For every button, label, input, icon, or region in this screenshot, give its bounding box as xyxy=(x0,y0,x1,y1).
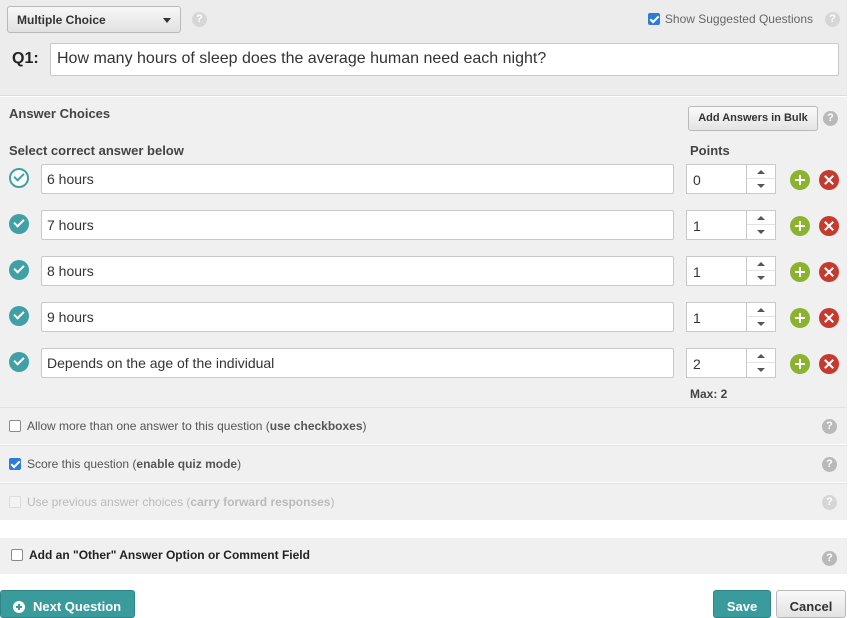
score-question-checkbox[interactable] xyxy=(9,458,21,470)
stepper-down-icon[interactable] xyxy=(747,317,775,331)
carry-forward-option: Use previous answer choices (carry forwa… xyxy=(0,483,847,520)
max-points-label: Max: 2 xyxy=(690,387,728,401)
points-input[interactable]: 1 xyxy=(686,210,746,240)
answer-text-input[interactable]: 8 hours xyxy=(41,256,674,286)
allow-multiple-label: Allow more than one answer to this quest… xyxy=(27,419,367,433)
question-type-dropdown[interactable]: Multiple Choice xyxy=(7,6,181,33)
answer-text-input[interactable]: 6 hours xyxy=(41,164,674,194)
stepper-down-icon[interactable] xyxy=(747,179,775,193)
answer-row: 8 hours 1 xyxy=(0,256,847,286)
answer-choices-panel: Answer Choices Add Answers in Bulk ? Sel… xyxy=(0,97,847,407)
carry-forward-label: Use previous answer choices (carry forwa… xyxy=(27,495,335,509)
stepper-down-icon[interactable] xyxy=(747,225,775,239)
other-answer-help-icon[interactable]: ? xyxy=(822,551,837,566)
add-answer-icon[interactable] xyxy=(790,262,810,282)
stepper-up-icon[interactable] xyxy=(747,211,775,225)
answer-row: 7 hours 1 xyxy=(0,210,847,240)
delete-answer-icon[interactable] xyxy=(819,354,839,374)
show-suggested-help-icon[interactable]: ? xyxy=(825,12,840,27)
stepper-up-icon[interactable] xyxy=(747,165,775,179)
points-stepper[interactable] xyxy=(746,256,776,286)
add-answers-in-bulk-button[interactable]: Add Answers in Bulk xyxy=(688,106,818,131)
add-answer-icon[interactable] xyxy=(790,216,810,236)
stepper-up-icon[interactable] xyxy=(747,303,775,317)
correct-answer-check-icon[interactable] xyxy=(9,214,29,234)
answer-text-input[interactable]: Depends on the age of the individual xyxy=(41,348,674,378)
stepper-up-icon[interactable] xyxy=(747,349,775,363)
delete-answer-icon[interactable] xyxy=(819,308,839,328)
points-stepper[interactable] xyxy=(746,348,776,378)
points-input[interactable]: 2 xyxy=(686,348,746,378)
other-answer-option[interactable]: Add an "Other" Answer Option or Comment … xyxy=(0,538,847,574)
question-number: Q1: xyxy=(12,50,39,67)
show-suggested-label: Show Suggested Questions xyxy=(664,12,813,26)
stepper-up-icon[interactable] xyxy=(747,257,775,271)
delete-answer-icon[interactable] xyxy=(819,262,839,282)
add-answer-icon[interactable] xyxy=(790,308,810,328)
score-question-label: Score this question (enable quiz mode) xyxy=(27,457,242,471)
other-answer-label: Add an "Other" Answer Option or Comment … xyxy=(29,548,310,562)
answer-text-input[interactable]: 9 hours xyxy=(41,302,674,332)
allow-multiple-answers-option[interactable]: Allow more than one answer to this quest… xyxy=(0,407,847,444)
carry-forward-help-icon[interactable]: ? xyxy=(822,495,837,510)
question-header: Multiple Choice ? Show Suggested Questio… xyxy=(0,0,847,96)
answer-choices-title: Answer Choices xyxy=(9,106,111,121)
delete-answer-icon[interactable] xyxy=(819,216,839,236)
add-answer-icon[interactable] xyxy=(790,354,810,374)
question-type-label: Multiple Choice xyxy=(17,13,106,27)
question-text-input[interactable]: How many hours of sleep does the average… xyxy=(50,43,839,76)
chevron-down-icon xyxy=(163,18,171,23)
points-column-label: Points xyxy=(690,143,730,158)
bulk-help-icon[interactable]: ? xyxy=(823,111,838,126)
other-answer-checkbox[interactable] xyxy=(11,549,23,561)
answer-text-input[interactable]: 7 hours xyxy=(41,210,674,240)
correct-answer-check-icon[interactable] xyxy=(9,260,29,280)
select-correct-label: Select correct answer below xyxy=(9,143,184,158)
score-question-option[interactable]: Score this question (enable quiz mode) ? xyxy=(0,445,847,482)
show-suggested-checkbox[interactable] xyxy=(647,13,660,25)
allow-multiple-help-icon[interactable]: ? xyxy=(822,419,837,434)
points-stepper[interactable] xyxy=(746,164,776,194)
delete-answer-icon[interactable] xyxy=(819,170,839,190)
score-question-help-icon[interactable]: ? xyxy=(822,457,837,472)
points-input[interactable]: 1 xyxy=(686,256,746,286)
answer-row: 6 hours 0 xyxy=(0,164,847,194)
points-stepper[interactable] xyxy=(746,302,776,332)
carry-forward-checkbox xyxy=(9,496,21,508)
points-input[interactable]: 0 xyxy=(686,164,746,194)
add-answer-icon[interactable] xyxy=(790,170,810,190)
plus-circle-icon xyxy=(13,601,25,613)
correct-answer-check-icon[interactable] xyxy=(9,352,29,372)
allow-multiple-checkbox[interactable] xyxy=(9,420,21,432)
correct-answer-check-icon[interactable] xyxy=(9,168,29,188)
next-question-label: Next Question xyxy=(33,599,122,614)
show-suggested-toggle[interactable]: Show Suggested Questions xyxy=(647,12,813,26)
stepper-down-icon[interactable] xyxy=(747,271,775,285)
correct-answer-check-icon[interactable] xyxy=(9,306,29,326)
answer-row: 9 hours 1 xyxy=(0,302,847,332)
points-input[interactable]: 1 xyxy=(686,302,746,332)
question-type-help-icon[interactable]: ? xyxy=(192,12,207,27)
stepper-down-icon[interactable] xyxy=(747,363,775,377)
answer-row: Depends on the age of the individual 2 xyxy=(0,348,847,378)
points-stepper[interactable] xyxy=(746,210,776,240)
